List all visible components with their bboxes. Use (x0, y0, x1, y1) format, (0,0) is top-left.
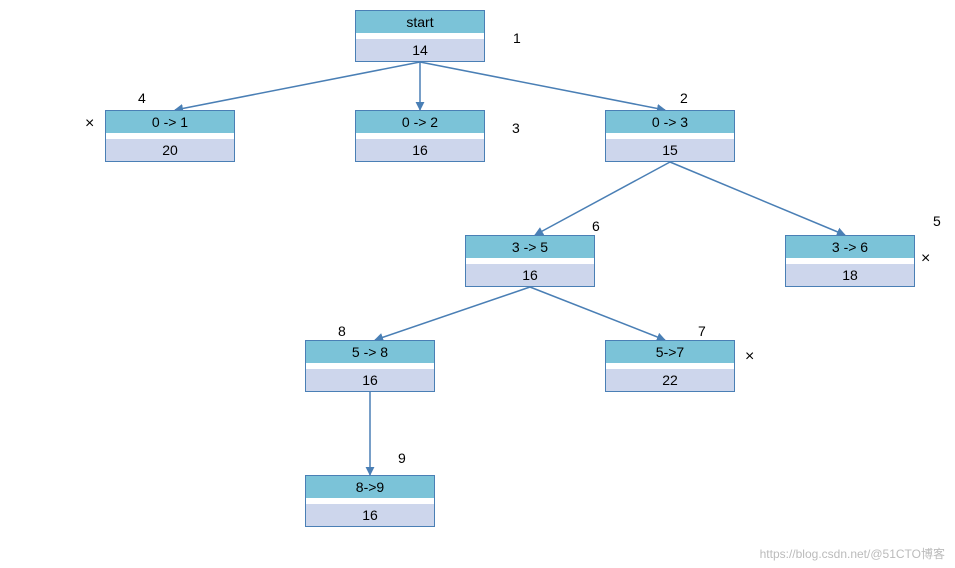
watermark: https://blog.csdn.net/@51CTO博客 (760, 545, 945, 562)
pruned-icon: × (85, 115, 94, 133)
order-4: 4 (138, 90, 146, 106)
order-3: 3 (512, 120, 520, 136)
order-8: 8 (338, 323, 346, 339)
order-2: 2 (680, 90, 688, 106)
node-0-2: 0 -> 2 16 (355, 110, 485, 162)
node-start: start 14 (355, 10, 485, 62)
node-label: 5 -> 8 (306, 341, 434, 363)
pruned-icon: × (745, 348, 754, 366)
node-value: 15 (606, 139, 734, 161)
node-value: 16 (466, 264, 594, 286)
order-5: 5 (933, 213, 941, 229)
node-label: 0 -> 3 (606, 111, 734, 133)
node-0-3: 0 -> 3 15 (605, 110, 735, 162)
order-7: 7 (698, 323, 706, 339)
node-value: 16 (306, 504, 434, 526)
order-1: 1 (513, 30, 521, 46)
node-8-9: 8->9 16 (305, 475, 435, 527)
order-9: 9 (398, 450, 406, 466)
order-6: 6 (592, 218, 600, 234)
node-label: 8->9 (306, 476, 434, 498)
node-3-6: 3 -> 6 18 (785, 235, 915, 287)
node-3-5: 3 -> 5 16 (465, 235, 595, 287)
node-label: 3 -> 5 (466, 236, 594, 258)
node-value: 20 (106, 139, 234, 161)
node-label: 0 -> 2 (356, 111, 484, 133)
node-value: 16 (306, 369, 434, 391)
node-label: 5->7 (606, 341, 734, 363)
node-label: 0 -> 1 (106, 111, 234, 133)
node-0-1: 0 -> 1 20 (105, 110, 235, 162)
node-5-8: 5 -> 8 16 (305, 340, 435, 392)
node-label: 3 -> 6 (786, 236, 914, 258)
node-value: 14 (356, 39, 484, 61)
node-value: 16 (356, 139, 484, 161)
pruned-icon: × (921, 250, 930, 268)
node-label: start (356, 11, 484, 33)
node-value: 18 (786, 264, 914, 286)
node-5-7: 5->7 22 (605, 340, 735, 392)
node-value: 22 (606, 369, 734, 391)
